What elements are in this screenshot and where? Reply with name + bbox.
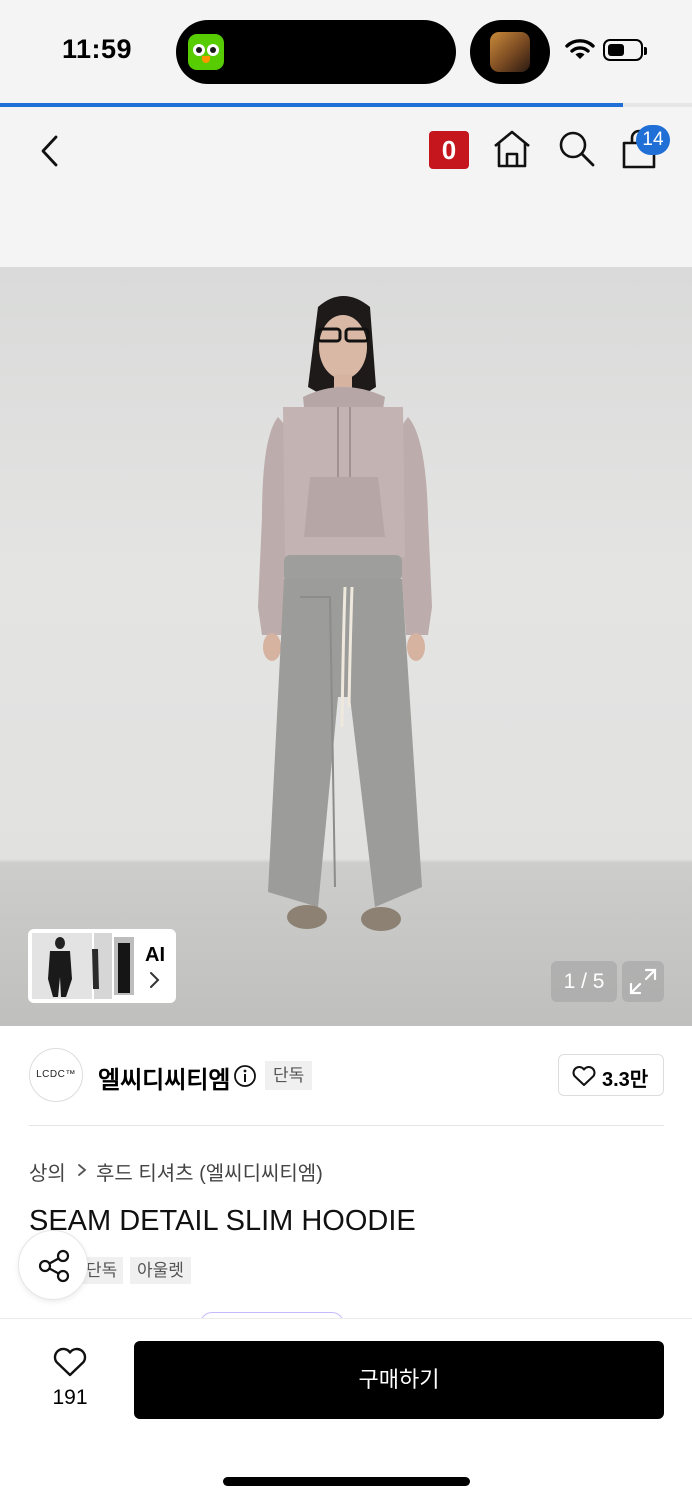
search-icon[interactable] xyxy=(556,129,596,169)
heart-icon xyxy=(572,1066,596,1086)
wifi-icon xyxy=(565,39,595,59)
battery-icon xyxy=(603,39,647,61)
brand-logo[interactable]: LCDC™ xyxy=(29,1048,83,1102)
ai-label: AI xyxy=(145,944,165,966)
divider xyxy=(29,1125,664,1126)
home-icon[interactable] xyxy=(492,129,532,169)
share-icon xyxy=(38,1249,70,1283)
dynamic-island[interactable] xyxy=(176,20,456,84)
info-icon[interactable] xyxy=(233,1064,257,1088)
product-image[interactable] xyxy=(0,267,692,1026)
model-figure xyxy=(258,296,432,931)
product-title: SEAM DETAIL SLIM HOODIE xyxy=(29,1205,416,1237)
brand-name[interactable]: 엘씨디씨티엠 xyxy=(98,1060,230,1095)
image-counter: 1 / 5 xyxy=(551,961,617,1002)
product-tag: 아울렛 xyxy=(130,1257,191,1284)
heart-icon[interactable] xyxy=(52,1346,88,1378)
brand-like-count: 3.3만 xyxy=(602,1069,649,1091)
chevron-right-icon xyxy=(150,972,160,988)
back-icon[interactable] xyxy=(32,131,72,171)
buy-button[interactable]: 구매하기 xyxy=(134,1341,664,1419)
brand-o-badge[interactable]: 0 xyxy=(429,131,469,169)
share-button[interactable] xyxy=(18,1230,88,1300)
album-art-icon xyxy=(490,32,530,72)
now-playing-pill[interactable] xyxy=(470,20,550,84)
wishlist-count: 191 xyxy=(52,1386,88,1409)
breadcrumb-subcategory[interactable]: 후드 티셔츠 (엘씨디씨티엠) xyxy=(96,1157,323,1186)
duolingo-icon xyxy=(188,34,224,70)
exclusive-badge: 단독 xyxy=(265,1061,313,1090)
home-indicator[interactable] xyxy=(223,1477,470,1486)
styling-thumbnails xyxy=(32,933,134,999)
breadcrumb-category[interactable]: 상의 xyxy=(29,1157,66,1186)
cart-count-badge: 14 xyxy=(636,125,670,155)
expand-button[interactable] xyxy=(622,961,664,1002)
status-bar: 11:59 xyxy=(0,0,692,107)
brand-like-button[interactable]: 3.3만 xyxy=(558,1054,664,1096)
top-nav: 0 xyxy=(0,107,692,267)
expand-icon xyxy=(629,968,657,995)
chevron-right-icon xyxy=(78,1164,87,1176)
status-time: 11:59 xyxy=(62,34,133,64)
